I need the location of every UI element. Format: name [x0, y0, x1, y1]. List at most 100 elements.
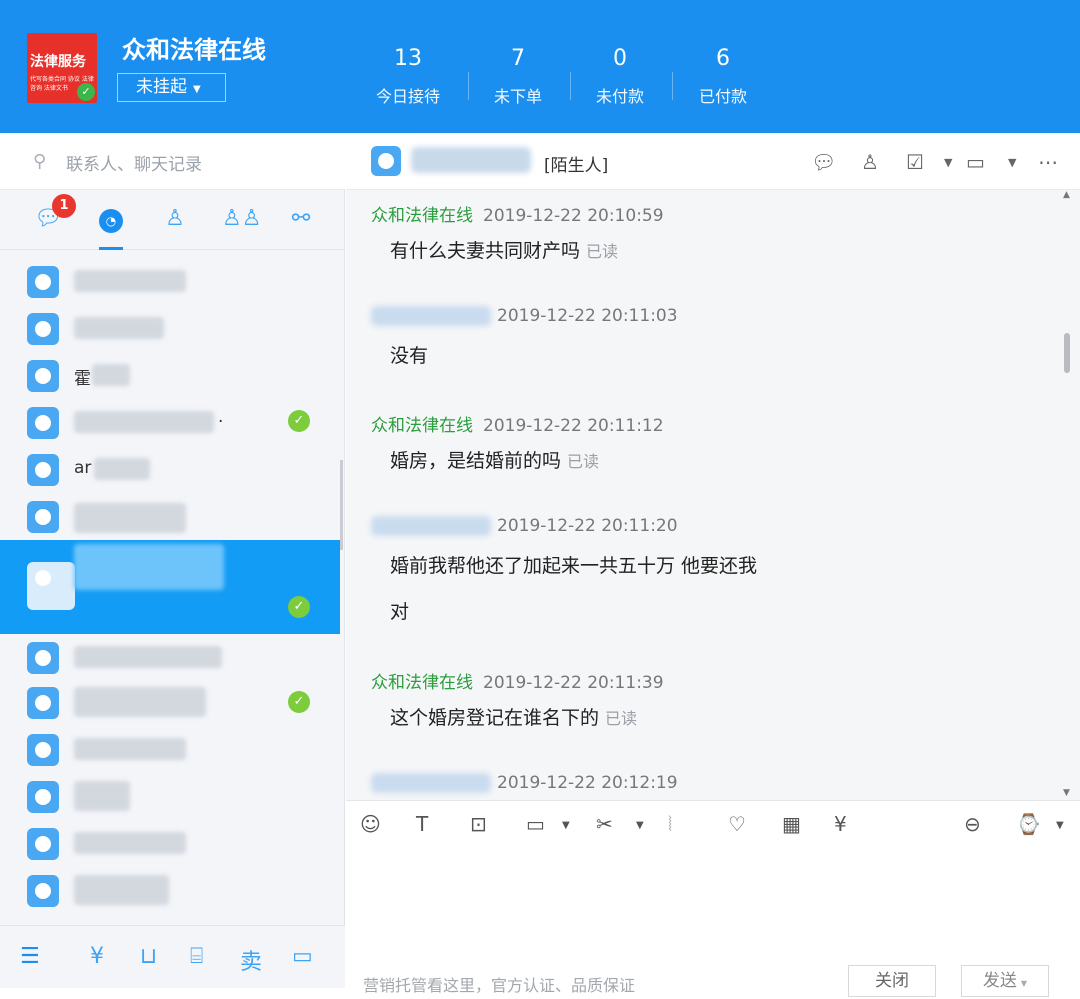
text-format-icon[interactable]: T	[416, 812, 428, 836]
scissors-icon[interactable]: ✂	[596, 812, 613, 836]
read-status: 已读	[605, 709, 638, 728]
contact-item[interactable]: . ✓	[0, 401, 340, 448]
contact-item[interactable]: ar	[0, 448, 340, 495]
contacts-panel: ⚲ 联系人、聊天记录 💬︎ ◔ ♙ ♙♙ ⚯ 1 霍 . ✓ ar ✓ ✓ ☰ …	[0, 133, 345, 988]
message-text: 对	[390, 601, 410, 623]
contact-tabs: 💬︎ ◔ ♙ ♙♙ ⚯	[0, 190, 345, 250]
quick-reply-icon[interactable]: 💬︎	[811, 150, 836, 174]
contact-item-selected[interactable]: ✓	[0, 540, 340, 634]
menu-icon[interactable]: ☰	[20, 944, 40, 969]
contact-list-scrollbar[interactable]	[340, 460, 343, 550]
send-label: 发送	[982, 971, 1017, 991]
contact-item[interactable]	[0, 869, 340, 916]
message-meta: 众和法律在线 2019-12-22 20:10:59	[371, 201, 664, 226]
image-icon[interactable]: ⊡	[470, 812, 487, 836]
close-button[interactable]: 关闭	[848, 965, 936, 997]
message-sender-blurred	[371, 306, 491, 326]
stat-not-ordered[interactable]: 7 未下单	[468, 45, 568, 107]
contact-name-blurred	[74, 270, 186, 292]
contact-item[interactable]: ✓	[0, 681, 340, 728]
message-sender: 众和法律在线	[371, 416, 473, 436]
message-input[interactable]: 营销托管看这里，官方认证、品质保证 关闭 发送 ▼	[346, 850, 1080, 997]
tab-groups[interactable]: ♙♙	[222, 204, 261, 234]
compose-toolbar: ☺ T ⊡ ▭ ▼ ✂ ▼ ⦚ ♡ ▦ ¥ ⊖ ⌚ ▼	[346, 800, 1080, 850]
shop-title: 众和法律在线	[122, 36, 266, 64]
payment-request-icon[interactable]: ¥	[834, 812, 847, 836]
tab-contacts[interactable]: ♙	[160, 204, 190, 234]
contact-item[interactable]	[0, 634, 340, 681]
message-meta: 众和法律在线 2019-12-22 20:11:12	[371, 411, 664, 436]
message-time: 2019-12-22 20:12:19	[497, 773, 678, 793]
contact-name-fragment: ar	[74, 458, 92, 478]
payment-icon[interactable]: ¥	[90, 944, 104, 969]
message-time: 2019-12-22 20:11:03	[497, 306, 678, 326]
scroll-up-icon[interactable]: ▲	[1063, 190, 1070, 200]
chevron-down-icon[interactable]: ▼	[636, 820, 644, 831]
message-body: 婚房，是结婚前的吗 已读	[390, 438, 599, 485]
order-icon[interactable]: ⊔	[140, 944, 157, 969]
contact-item[interactable]	[0, 307, 340, 354]
stat-value: 7	[511, 46, 525, 71]
contact-item[interactable]	[0, 260, 340, 307]
quick-phrase-icon[interactable]: ⊖	[964, 812, 981, 836]
calculator-icon[interactable]: ▦	[782, 812, 801, 836]
stat-value: 13	[394, 46, 422, 71]
contact-avatar	[27, 266, 59, 298]
search-placeholder[interactable]: 联系人、聊天记录	[66, 150, 202, 175]
history-icon[interactable]: ⌚	[1016, 812, 1041, 836]
message-sender-blurred	[371, 516, 491, 536]
message-sender-blurred	[371, 773, 491, 793]
stat-label: 未付款	[595, 87, 644, 106]
tab-organization[interactable]: ⚯	[286, 204, 316, 234]
contact-name-blurred	[74, 832, 186, 854]
contact-avatar	[27, 781, 59, 813]
message-text: 婚房，是结婚前的吗	[390, 450, 562, 472]
scroll-down-icon[interactable]: ▼	[1063, 788, 1070, 798]
chevron-down-icon[interactable]: ▼	[1056, 820, 1064, 831]
contact-name-blurred	[74, 411, 214, 433]
message-scrollbar[interactable]	[1064, 333, 1070, 373]
marketing-promo-link[interactable]: 营销托管看这里，官方认证、品质保证	[363, 972, 635, 996]
more-icon[interactable]: ⋯	[1038, 150, 1058, 174]
window-icon[interactable]: ▭	[292, 944, 313, 969]
contact-item[interactable]	[0, 495, 340, 540]
contact-avatar	[27, 687, 59, 719]
contact-item[interactable]	[0, 775, 340, 822]
stat-value: 0	[613, 46, 627, 71]
contact-item[interactable]	[0, 822, 340, 869]
message-text: 这个婚房登记在谁名下的	[390, 707, 600, 729]
shake-icon[interactable]: ⦚	[668, 812, 672, 836]
send-button[interactable]: 发送 ▼	[961, 965, 1049, 997]
task-icon[interactable]: ☑	[906, 150, 924, 174]
stat-unpaid[interactable]: 0 未付款	[570, 45, 670, 107]
status-dropdown[interactable]: 未挂起 ▼	[117, 73, 226, 102]
chat-header: [陌生人] 💬︎ ♙ ☑ ▼ ▭ ▼ ⋯	[346, 133, 1080, 190]
contact-item[interactable]: 霍	[0, 354, 340, 401]
stat-today-received[interactable]: 13 今日接待	[358, 45, 458, 107]
message-time: 2019-12-22 20:10:59	[483, 206, 664, 226]
message-text: 有什么夫妻共同财产吗	[390, 240, 581, 262]
folder-icon[interactable]: ▭	[526, 812, 545, 836]
add-contact-icon[interactable]: ♙	[861, 150, 879, 174]
chevron-down-icon[interactable]: ▼	[944, 156, 952, 169]
chevron-down-icon[interactable]: ▼	[1008, 156, 1016, 169]
heart-icon[interactable]: ♡	[728, 812, 746, 836]
message-meta: 2019-12-22 20:11:20	[371, 516, 678, 536]
message-meta: 2019-12-22 20:11:03	[371, 306, 678, 326]
message-time: 2019-12-22 20:11:20	[497, 516, 678, 536]
app-header: 法律服务 代写各类合同 协议 法律咨询 法律文书 ✓ 众和法律在线 未挂起 ▼ 1…	[0, 0, 1080, 133]
message-body: 婚前我帮他还了加起来一共五十万 他要还我 对	[390, 543, 757, 635]
sell-button[interactable]: 卖	[240, 944, 262, 976]
chevron-down-icon[interactable]: ▼	[562, 820, 570, 831]
unread-badge: 1	[52, 194, 76, 218]
search-bar[interactable]: ⚲ 联系人、聊天记录	[0, 133, 345, 190]
emoji-icon[interactable]: ☺	[360, 812, 381, 836]
contact-avatar	[27, 642, 59, 674]
stat-paid[interactable]: 6 已付款	[673, 45, 773, 107]
shop-icon[interactable]: ⌸	[190, 944, 203, 969]
tab-recent[interactable]: ◔	[96, 204, 126, 234]
verified-check-icon: ✓	[77, 83, 95, 101]
contact-item[interactable]	[0, 728, 340, 775]
video-icon[interactable]: ▭	[966, 150, 985, 174]
online-check-icon: ✓	[288, 691, 310, 713]
